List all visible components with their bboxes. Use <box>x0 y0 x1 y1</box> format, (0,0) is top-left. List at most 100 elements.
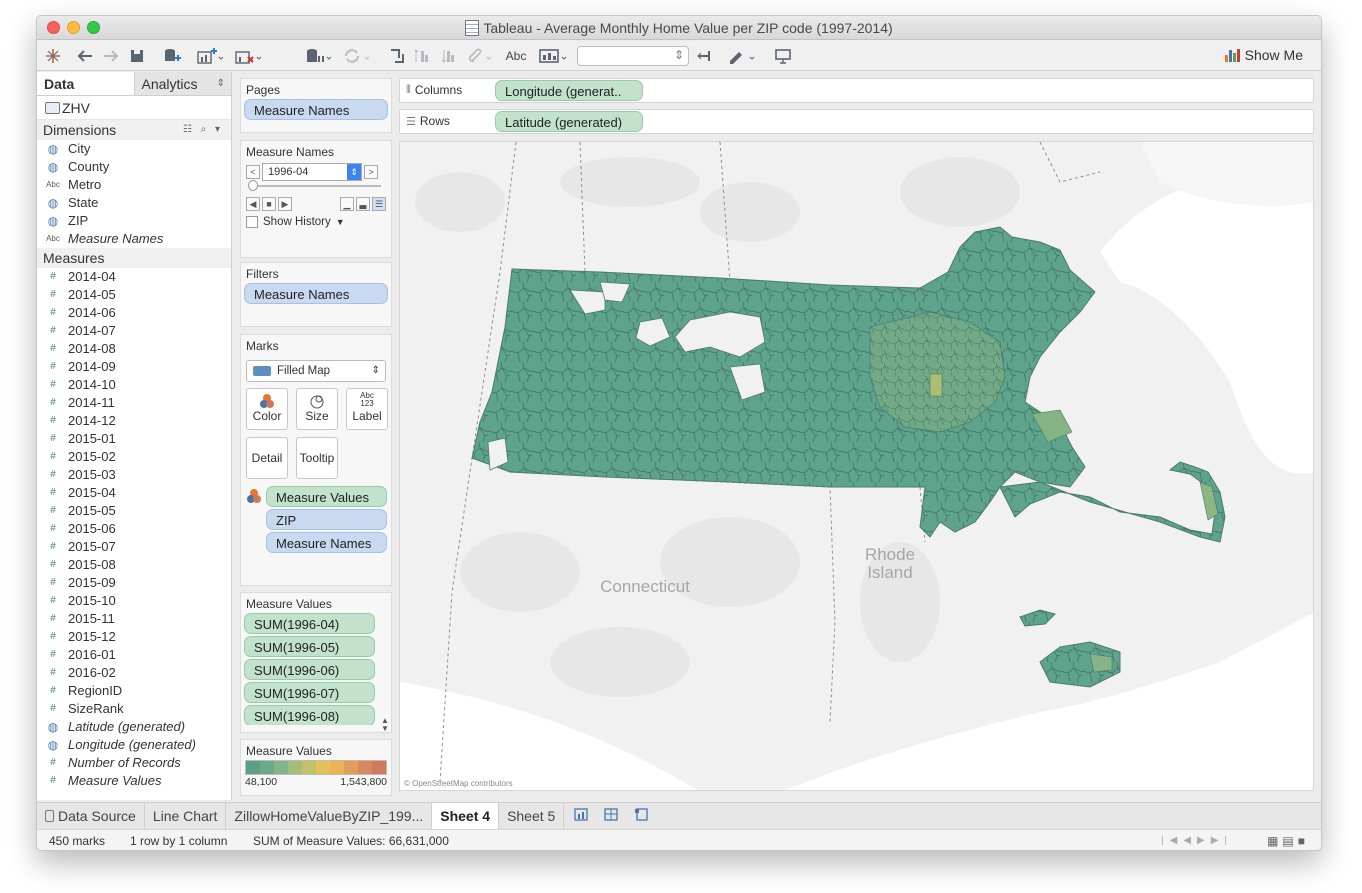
field-item[interactable]: # RegionID <box>37 682 231 700</box>
filters-pill[interactable]: Measure Names <box>244 283 388 304</box>
fit-view-icon[interactable] <box>537 46 569 66</box>
field-item[interactable]: #2015-12 <box>37 628 231 646</box>
marks-pill-measure-names[interactable]: Measure Names <box>266 532 387 553</box>
fit-dropdown[interactable] <box>577 46 689 66</box>
measure-value-pill[interactable]: SUM(1996-08) <box>244 705 375 725</box>
show-me-button[interactable]: Show Me <box>1224 47 1303 63</box>
close-window-button[interactable] <box>47 21 60 34</box>
show-history-dropdown-icon[interactable]: ▼ <box>336 217 345 227</box>
undo-arrow-icon[interactable] <box>75 46 95 66</box>
tab-line-chart[interactable]: Line Chart <box>145 803 227 829</box>
field-item[interactable]: #2014-06 <box>37 304 231 322</box>
save-icon[interactable] <box>127 46 147 66</box>
field-item[interactable]: # Measure Values <box>37 772 231 790</box>
mark-type-select[interactable]: Filled Map ⇕ <box>246 360 386 382</box>
field-item[interactable]: #2014-10 <box>37 376 231 394</box>
field-item[interactable]: #2015-08 <box>37 556 231 574</box>
field-item[interactable]: #2015-02 <box>37 448 231 466</box>
columns-pill-longitude[interactable]: Longitude (generat.. <box>495 80 643 101</box>
tab-data-source[interactable]: Data Source <box>37 803 145 829</box>
stop-icon[interactable]: ■ <box>262 197 276 211</box>
field-item[interactable]: #2015-06 <box>37 520 231 538</box>
field-item[interactable]: #2015-03 <box>37 466 231 484</box>
field-item[interactable]: ◍ City <box>37 140 231 158</box>
redo-arrow-icon[interactable] <box>101 46 121 66</box>
field-item[interactable]: ◍ Latitude (generated) <box>37 718 231 736</box>
tab-data[interactable]: Data <box>37 72 135 95</box>
field-item[interactable]: Abc Measure Names <box>37 230 231 248</box>
highlight-clip-icon[interactable] <box>465 46 495 66</box>
show-history-label[interactable]: Show History <box>263 216 331 228</box>
rows-pill-latitude[interactable]: Latitude (generated) <box>495 111 643 132</box>
highest-value-zip[interactable] <box>929 373 943 397</box>
color-button[interactable]: Color <box>246 388 288 430</box>
map-canvas[interactable]: Connecticut Rhode Island <box>400 142 1314 791</box>
page-slider[interactable] <box>248 180 381 191</box>
pages-pill[interactable]: Measure Names <box>244 99 388 120</box>
measure-value-pill[interactable]: SUM(1996-07) <box>244 682 375 703</box>
datasource-item[interactable]: ZHV <box>37 96 231 120</box>
field-item[interactable]: #2014-09 <box>37 358 231 376</box>
highlight-pen-icon[interactable] <box>725 46 757 66</box>
sheet-navigation-arrows[interactable]: |◀◀▶▶| <box>1161 830 1233 850</box>
new-worksheet-icon[interactable] <box>195 46 225 66</box>
tab-sheet-5[interactable]: Sheet 5 <box>499 803 565 829</box>
tooltip-button[interactable]: Tooltip <box>296 437 338 479</box>
field-item[interactable]: #2014-12 <box>37 412 231 430</box>
rows-shelf[interactable]: ☰ Rows Latitude (generated) <box>399 109 1314 134</box>
sort-descending-icon[interactable] <box>439 46 459 66</box>
swap-rows-columns-icon[interactable] <box>387 46 407 66</box>
field-item[interactable]: ◍ ZIP <box>37 212 231 230</box>
tableau-logo-icon[interactable] <box>43 46 63 66</box>
speed-fast-icon[interactable]: ☰ <box>372 197 386 211</box>
nantucket-zip-regions[interactable] <box>1019 609 1056 627</box>
new-datasource-icon[interactable] <box>161 46 183 66</box>
field-item[interactable]: #2016-02 <box>37 664 231 682</box>
sheet-view-mode-icons[interactable]: ▦▤■ <box>1267 830 1309 850</box>
marks-pill-measure-values[interactable]: Measure Values <box>266 486 387 507</box>
tab-sheet-4[interactable]: Sheet 4 <box>432 803 500 829</box>
field-item[interactable]: # Number of Records <box>37 754 231 772</box>
columns-shelf[interactable]: ⦀ Columns Longitude (generat.. <box>399 78 1314 103</box>
page-value-select[interactable]: 1996-04 ⇕ <box>262 163 362 181</box>
tab-analytics[interactable]: Analytics <box>135 72 232 96</box>
size-button[interactable]: Size <box>296 388 338 430</box>
new-story-tab-icon[interactable] <box>634 803 650 829</box>
speed-medium-icon[interactable]: ▃ <box>356 197 370 211</box>
field-item[interactable]: #2015-11 <box>37 610 231 628</box>
prev-page-button[interactable]: < <box>246 165 260 179</box>
map-view[interactable]: Connecticut Rhode Island © OpenStreetMap… <box>399 141 1314 791</box>
clear-sheet-icon[interactable] <box>233 46 263 66</box>
field-item[interactable]: #2014-05 <box>37 286 231 304</box>
legend-color-ramp[interactable] <box>245 760 387 775</box>
field-item[interactable]: #2014-11 <box>37 394 231 412</box>
next-page-button[interactable]: > <box>364 165 378 179</box>
map-attribution[interactable]: © OpenStreetMap contributors <box>404 779 513 788</box>
page-slider-thumb[interactable] <box>248 180 258 191</box>
field-item[interactable]: #2015-04 <box>37 484 231 502</box>
field-item[interactable]: #2015-01 <box>37 430 231 448</box>
minimize-window-button[interactable] <box>67 21 80 34</box>
field-item[interactable]: ◍ County <box>37 158 231 176</box>
tab-zillow[interactable]: ZillowHomeValueByZIP_199... <box>226 803 433 829</box>
measure-value-pill[interactable]: SUM(1996-04) <box>244 613 375 634</box>
fix-axes-pin-icon[interactable] <box>695 46 715 66</box>
show-history-checkbox[interactable] <box>246 216 258 228</box>
presentation-mode-icon[interactable] <box>773 46 793 66</box>
vineyard-east-zip[interactable] <box>1089 653 1113 673</box>
field-item[interactable]: # SizeRank <box>37 700 231 718</box>
field-item[interactable]: #2015-05 <box>37 502 231 520</box>
play-forward-icon[interactable]: ▶ <box>278 197 292 211</box>
label-button[interactable]: Abc 123 Label <box>346 388 388 430</box>
speed-slow-icon[interactable]: ▁ <box>340 197 354 211</box>
field-item[interactable]: #2015-10 <box>37 592 231 610</box>
sort-ascending-icon[interactable] <box>413 46 433 66</box>
zoom-window-button[interactable] <box>87 21 100 34</box>
measure-values-scrollbar[interactable]: ▲ ▼ <box>379 717 391 733</box>
play-backward-icon[interactable]: ◀ <box>246 197 260 211</box>
field-item[interactable]: #2016-01 <box>37 646 231 664</box>
field-item[interactable]: #2014-07 <box>37 322 231 340</box>
refresh-icon[interactable] <box>341 46 371 66</box>
field-item[interactable]: Abc Metro <box>37 176 231 194</box>
measure-value-pill[interactable]: SUM(1996-05) <box>244 636 375 657</box>
